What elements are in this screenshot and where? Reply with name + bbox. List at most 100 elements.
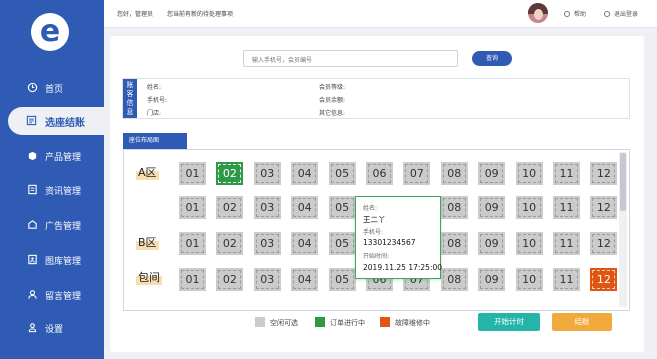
seat-b-09[interactable]: 09 bbox=[478, 232, 506, 255]
seat-b-08[interactable]: 08 bbox=[440, 232, 468, 255]
seat-a1-10[interactable]: 10 bbox=[515, 162, 543, 185]
member-info-panel: 账 客 信 息 姓名: 手机号: 门店: 会员等级: 会员余额: 其它信息: bbox=[122, 78, 630, 119]
seat-a2-09[interactable]: 09 bbox=[478, 196, 506, 219]
sidebar-item-label: 首页 bbox=[45, 85, 64, 95]
sidebar-item-label: 图库管理 bbox=[45, 257, 82, 267]
seat-vip-11[interactable]: 11 bbox=[553, 268, 580, 291]
notice-link[interactable]: 您当前有新的待处理事项 bbox=[167, 9, 233, 18]
seat-a2-01[interactable]: 01 bbox=[179, 196, 206, 219]
logo[interactable]: e bbox=[31, 13, 69, 51]
sidebar-item-gallery[interactable]: 图库管理 bbox=[0, 246, 104, 274]
sidebar-item-label: 产品管理 bbox=[45, 153, 82, 163]
seat-a1-06[interactable]: 06 bbox=[366, 162, 393, 185]
seat-b-12[interactable]: 12 bbox=[590, 232, 618, 255]
seat-scrollbar-thumb[interactable] bbox=[620, 153, 626, 211]
seat-b-10[interactable]: 10 bbox=[515, 232, 543, 255]
member-phone-label: 手机号: bbox=[147, 97, 168, 104]
settings-icon bbox=[28, 323, 37, 333]
zone-a-label: A区 bbox=[136, 164, 159, 180]
seat-a2-12[interactable]: 12 bbox=[590, 196, 618, 219]
seat-a1-05[interactable]: 05 bbox=[328, 162, 356, 185]
sidebar-item-news[interactable]: 资讯管理 bbox=[0, 176, 104, 204]
seat-a1-01[interactable]: 01 bbox=[179, 162, 206, 185]
search-input[interactable] bbox=[243, 50, 458, 67]
seat-b-05[interactable]: 05 bbox=[328, 232, 356, 255]
member-other-label: 其它信息: bbox=[319, 110, 346, 117]
sidebar-item-message[interactable]: 留言管理 bbox=[0, 281, 104, 309]
help-label: 帮助 bbox=[574, 11, 587, 18]
gallery-icon bbox=[28, 254, 37, 265]
seat-a1-02[interactable]: 02 bbox=[216, 162, 244, 185]
home-icon bbox=[27, 82, 38, 93]
seat-vip-10[interactable]: 10 bbox=[515, 268, 543, 291]
seat-a2-10[interactable]: 10 bbox=[515, 196, 543, 219]
news-icon bbox=[28, 184, 37, 195]
sidebar-item-label: 选座结账 bbox=[45, 118, 85, 129]
seat-vip-09[interactable]: 09 bbox=[478, 268, 506, 291]
seat-b-03[interactable]: 03 bbox=[253, 232, 281, 255]
member-tab-line-2: 客 bbox=[126, 90, 134, 98]
seat-a2-03[interactable]: 03 bbox=[253, 196, 281, 219]
popup-time-label: 开始时间: bbox=[363, 253, 390, 260]
sidebar-item-settings[interactable]: 设置 bbox=[0, 314, 104, 342]
member-tab-line-4: 息 bbox=[126, 108, 134, 116]
seat-layout-tab[interactable]: 座位布局图 bbox=[123, 133, 187, 149]
seat-a2-08[interactable]: 08 bbox=[440, 196, 468, 219]
sidebar-item-label: 设置 bbox=[45, 325, 64, 335]
seat-vip-04[interactable]: 04 bbox=[291, 268, 319, 291]
logout-label: 退出登录 bbox=[614, 11, 639, 18]
zone-b-label: B区 bbox=[136, 234, 159, 250]
member-info-tab: 账 客 信 息 bbox=[123, 79, 137, 118]
popup-name-label: 姓名: bbox=[363, 205, 378, 212]
message-icon bbox=[28, 290, 37, 299]
sidebar: e 首页 选座结账 产品管理 资讯管理 广告管理 图库管理 留言管理 设置 bbox=[0, 0, 104, 359]
popup-phone-value: 13301234567 bbox=[363, 238, 416, 247]
sidebar-item-label: 广告管理 bbox=[45, 222, 82, 232]
logout-link[interactable]: 退出登录 bbox=[604, 9, 638, 18]
seat-a1-04[interactable]: 04 bbox=[291, 162, 319, 185]
help-link[interactable]: 帮助 bbox=[564, 9, 586, 18]
seat-a2-11[interactable]: 11 bbox=[553, 196, 580, 219]
avatar[interactable] bbox=[528, 3, 548, 23]
checkout-button[interactable]: 结账 bbox=[552, 313, 612, 331]
seat-a1-07[interactable]: 07 bbox=[403, 162, 431, 185]
legend-free-swatch bbox=[255, 317, 265, 327]
seat-vip-12[interactable]: 12 bbox=[590, 268, 618, 291]
seat-vip-05[interactable]: 05 bbox=[328, 268, 356, 291]
member-tab-line-1: 账 bbox=[126, 81, 134, 89]
seat-b-11[interactable]: 11 bbox=[553, 232, 580, 255]
seat-a2-02[interactable]: 02 bbox=[216, 196, 244, 219]
seat-vip-02[interactable]: 02 bbox=[216, 268, 244, 291]
power-icon bbox=[604, 11, 610, 17]
sidebar-item-ad[interactable]: 广告管理 bbox=[0, 211, 104, 239]
sidebar-item-home[interactable]: 首页 bbox=[0, 74, 104, 102]
seat-a1-03[interactable]: 03 bbox=[253, 162, 281, 185]
seat-a2-05[interactable]: 05 bbox=[328, 196, 356, 219]
product-icon bbox=[28, 151, 37, 161]
checkout-icon bbox=[26, 115, 37, 126]
member-name-label: 姓名: bbox=[147, 84, 162, 91]
seat-a1-11[interactable]: 11 bbox=[553, 162, 580, 185]
seat-a1-08[interactable]: 08 bbox=[440, 162, 468, 185]
main-panel: 查询 账 客 信 息 姓名: 手机号: 门店: 会员等级: 会员余额: 其它信息… bbox=[110, 36, 644, 352]
sidebar-item-checkout[interactable]: 选座结账 bbox=[8, 107, 104, 135]
start-timer-button[interactable]: 开始计时 bbox=[478, 313, 540, 331]
seat-a1-12[interactable]: 12 bbox=[590, 162, 618, 185]
member-level-label: 会员等级: bbox=[319, 84, 346, 91]
seat-vip-01[interactable]: 01 bbox=[179, 268, 206, 291]
avatar-face bbox=[534, 9, 543, 20]
seat-b-02[interactable]: 02 bbox=[216, 232, 244, 255]
member-tab-line-3: 信 bbox=[126, 99, 134, 107]
sidebar-item-product[interactable]: 产品管理 bbox=[0, 142, 104, 170]
seat-a1-09[interactable]: 09 bbox=[478, 162, 506, 185]
search-button[interactable]: 查询 bbox=[472, 51, 512, 66]
seat-b-01[interactable]: 01 bbox=[179, 232, 206, 255]
logo-e-icon: e bbox=[39, 14, 61, 49]
seat-b-04[interactable]: 04 bbox=[291, 232, 319, 255]
zone-vip-label: 包间 bbox=[136, 269, 162, 285]
seat-a2-04[interactable]: 04 bbox=[291, 196, 319, 219]
sidebar-item-label: 留言管理 bbox=[45, 292, 82, 302]
legend-fault-label: 故障维修中 bbox=[395, 319, 430, 327]
seat-vip-08[interactable]: 08 bbox=[440, 268, 468, 291]
seat-vip-03[interactable]: 03 bbox=[253, 268, 281, 291]
